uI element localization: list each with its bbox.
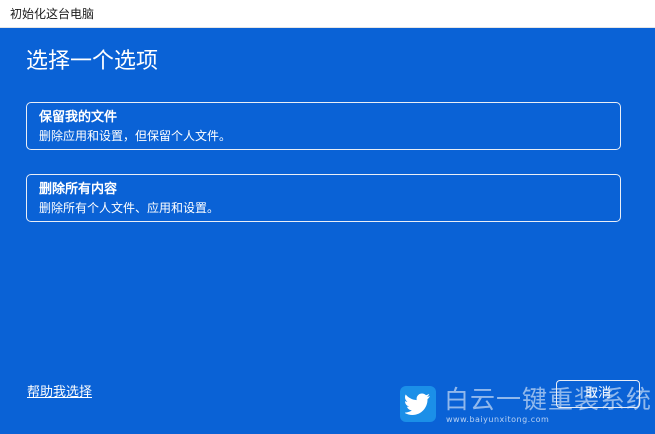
- option-description: 删除所有个人文件、应用和设置。: [39, 201, 220, 215]
- cancel-button[interactable]: 取消: [556, 380, 640, 408]
- bird-icon: [400, 386, 436, 422]
- remove-everything-option[interactable]: 删除所有内容 删除所有个人文件、应用和设置。: [26, 174, 621, 222]
- option-title: 删除所有内容: [39, 182, 118, 197]
- dialog-content: 选择一个选项 保留我的文件 删除应用和设置，但保留个人文件。 删除所有内容 删除…: [0, 28, 655, 434]
- watermark-url: www.baiyunxitong.com: [446, 415, 550, 424]
- window-title: 初始化这台电脑: [10, 7, 95, 21]
- page-heading: 选择一个选项: [26, 49, 159, 74]
- help-me-choose-link[interactable]: 帮助我选择: [27, 385, 92, 401]
- keep-my-files-option[interactable]: 保留我的文件 删除应用和设置，但保留个人文件。: [26, 102, 621, 150]
- option-description: 删除应用和设置，但保留个人文件。: [39, 129, 232, 143]
- option-title: 保留我的文件: [39, 110, 118, 125]
- window-titlebar: 初始化这台电脑: [0, 0, 655, 28]
